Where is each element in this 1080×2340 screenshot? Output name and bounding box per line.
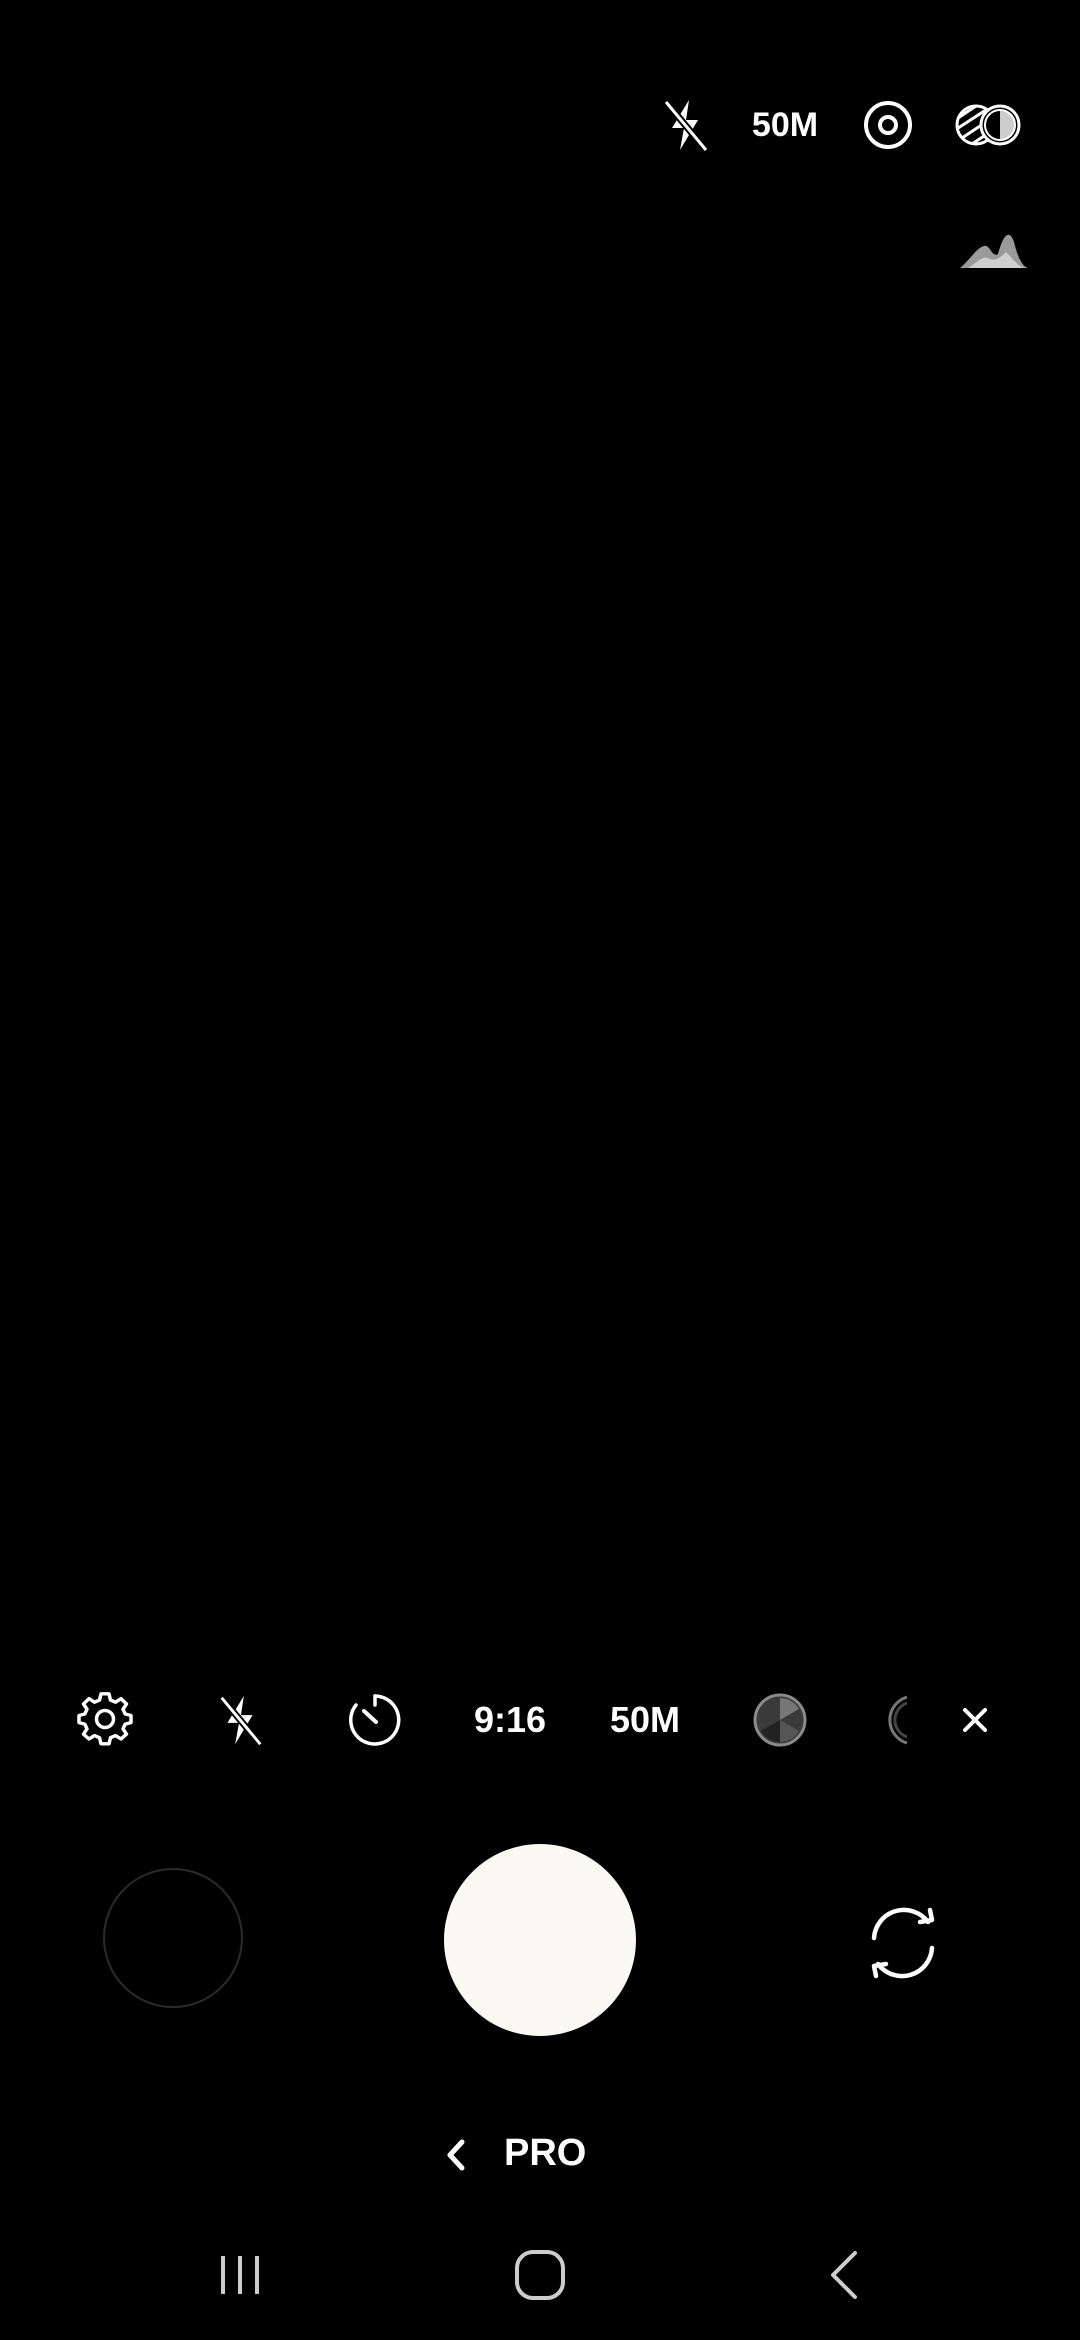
- gallery-thumbnail[interactable]: [103, 1868, 243, 2008]
- top-bar: 50M: [0, 90, 1080, 160]
- resolution-label[interactable]: 50M: [745, 90, 825, 160]
- aspect-ratio-label[interactable]: 9:16: [460, 1680, 560, 1760]
- home-icon[interactable]: [505, 2230, 575, 2320]
- timer-icon[interactable]: [340, 1680, 410, 1760]
- back-icon[interactable]: [810, 2230, 880, 2320]
- quick-settings-bar: 9:16 50M: [0, 1680, 1080, 1760]
- gear-icon[interactable]: [70, 1680, 140, 1760]
- filter-icon[interactable]: [745, 1680, 815, 1760]
- close-icon[interactable]: [955, 1680, 995, 1760]
- switch-camera-icon[interactable]: [860, 1900, 946, 1986]
- resolution-label[interactable]: 50M: [595, 1680, 695, 1760]
- mode-selector[interactable]: PRO: [0, 2120, 1080, 2190]
- flash-off-icon[interactable]: [655, 90, 715, 160]
- chevron-left-icon[interactable]: [440, 2130, 470, 2180]
- lens-icon[interactable]: [858, 90, 918, 160]
- histogram-icon[interactable]: [960, 228, 1028, 270]
- flash-off-icon[interactable]: [205, 1680, 275, 1760]
- mode-label[interactable]: PRO: [504, 2132, 586, 2175]
- camera-screen: 50M 9:16 50M PRO: [0, 0, 1080, 2340]
- recents-icon[interactable]: [205, 2230, 275, 2320]
- shutter-button[interactable]: [444, 1844, 636, 2036]
- system-nav-bar: [0, 2230, 1080, 2320]
- filters-icon[interactable]: [950, 90, 1026, 160]
- more-icon[interactable]: [880, 1680, 920, 1760]
